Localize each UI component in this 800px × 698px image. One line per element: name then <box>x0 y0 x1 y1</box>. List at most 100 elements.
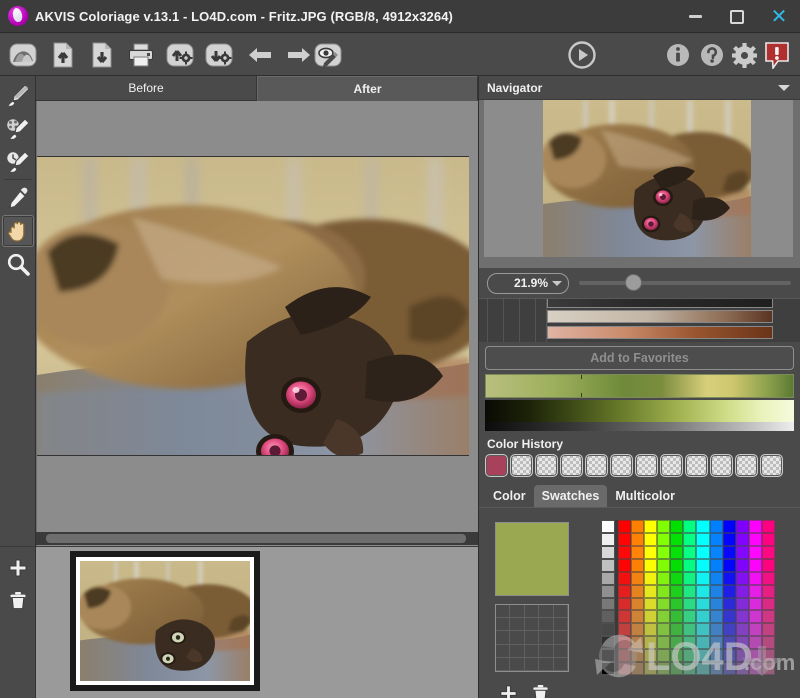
palette-cell[interactable] <box>618 597 632 611</box>
color-history-swatch[interactable] <box>735 454 758 477</box>
palette-cell[interactable] <box>761 662 775 675</box>
palette-cell[interactable] <box>761 623 775 637</box>
palette-cell[interactable] <box>618 558 632 572</box>
grayscale-cell[interactable] <box>601 571 615 585</box>
canvas-scroll-thumb[interactable] <box>46 534 466 543</box>
pencil-tool[interactable] <box>2 80 34 112</box>
alert-icon[interactable] <box>762 40 792 70</box>
palette-cell[interactable] <box>722 623 736 637</box>
palette-cell[interactable] <box>683 649 697 663</box>
palette-cell[interactable] <box>670 597 684 611</box>
palette-cell[interactable] <box>683 520 697 533</box>
palette-cell[interactable] <box>709 597 723 611</box>
palette-cell[interactable] <box>618 571 632 585</box>
palette-cell[interactable] <box>722 597 736 611</box>
color-history-swatch[interactable] <box>610 454 633 477</box>
palette-cell[interactable] <box>670 545 684 559</box>
palette-cell[interactable] <box>748 610 762 624</box>
palette-cell[interactable] <box>670 571 684 585</box>
navigator-preview[interactable] <box>479 100 800 268</box>
plus-icon[interactable] <box>497 682 519 698</box>
palette-cell[interactable] <box>709 623 723 637</box>
grayscale-cell[interactable] <box>601 636 615 650</box>
palette-cell[interactable] <box>644 662 658 675</box>
palette-cell[interactable] <box>761 610 775 624</box>
palette-cell[interactable] <box>748 623 762 637</box>
palette-cell[interactable] <box>748 520 762 533</box>
color-history-swatch[interactable] <box>585 454 608 477</box>
palette-cell[interactable] <box>644 584 658 598</box>
palette-cell[interactable] <box>657 558 671 572</box>
palette-cell[interactable] <box>683 636 697 650</box>
grayscale-cell[interactable] <box>601 584 615 598</box>
color-history-swatch[interactable] <box>710 454 733 477</box>
grayscale-cell[interactable] <box>601 662 615 675</box>
save-image-icon[interactable] <box>87 40 117 70</box>
palette-cell[interactable] <box>696 571 710 585</box>
palette-cell[interactable] <box>696 597 710 611</box>
palette-cell[interactable] <box>748 558 762 572</box>
palette-cell[interactable] <box>735 584 749 598</box>
run-icon[interactable] <box>567 40 597 70</box>
color-history-swatch[interactable] <box>760 454 783 477</box>
palette-cell[interactable] <box>735 520 749 533</box>
palette-cell[interactable] <box>696 636 710 650</box>
palette-cell[interactable] <box>722 558 736 572</box>
palette-cell[interactable] <box>683 545 697 559</box>
palette-cell[interactable] <box>644 520 658 533</box>
palette-cell[interactable] <box>761 558 775 572</box>
grayscale-cell[interactable] <box>601 532 615 546</box>
palette-cell[interactable] <box>735 623 749 637</box>
palette-cell[interactable] <box>618 584 632 598</box>
palette-cell[interactable] <box>657 662 671 675</box>
palette-cell[interactable] <box>657 649 671 663</box>
palette-cell[interactable] <box>631 610 645 624</box>
redo-icon[interactable] <box>284 40 314 70</box>
palette-cell[interactable] <box>631 520 645 533</box>
palette-cell[interactable] <box>735 662 749 675</box>
palette-cell[interactable] <box>631 636 645 650</box>
grayscale-cell[interactable] <box>601 610 615 624</box>
settings-icon[interactable] <box>729 40 759 70</box>
palette-cell[interactable] <box>670 558 684 572</box>
color-palette[interactable] <box>601 520 775 675</box>
favorite-swatch-strip[interactable] <box>547 326 773 339</box>
print-icon[interactable] <box>126 40 156 70</box>
minimize-button[interactable] <box>674 0 716 33</box>
luminance-gradient[interactable] <box>485 400 794 422</box>
palette-cell[interactable] <box>683 532 697 546</box>
palette-cell[interactable] <box>644 571 658 585</box>
add-to-favorites-button[interactable]: Add to Favorites <box>485 346 794 370</box>
palette-cell[interactable] <box>618 520 632 533</box>
keep-color-pencil-tool[interactable] <box>2 113 34 145</box>
palette-cell[interactable] <box>722 662 736 675</box>
chevron-down-icon[interactable] <box>778 85 790 91</box>
palette-cell[interactable] <box>644 558 658 572</box>
palette-cell[interactable] <box>618 636 632 650</box>
palette-cell[interactable] <box>748 662 762 675</box>
palette-cell[interactable] <box>735 610 749 624</box>
grayscale-cell[interactable] <box>601 597 615 611</box>
eyedropper-tool[interactable] <box>2 182 34 214</box>
navigator-header[interactable]: Navigator <box>479 76 800 100</box>
palette-cell[interactable] <box>696 532 710 546</box>
palette-cell[interactable] <box>748 649 762 663</box>
palette-cell[interactable] <box>644 597 658 611</box>
palette-cell[interactable] <box>657 520 671 533</box>
palette-cell[interactable] <box>735 597 749 611</box>
palette-cell[interactable] <box>670 662 684 675</box>
palette-cell[interactable] <box>618 545 632 559</box>
palette-cell[interactable] <box>748 597 762 611</box>
palette-cell[interactable] <box>696 520 710 533</box>
undo-icon[interactable] <box>245 40 275 70</box>
palette-cell[interactable] <box>657 610 671 624</box>
close-button[interactable]: ✕ <box>758 0 800 33</box>
palette-cell[interactable] <box>631 532 645 546</box>
zoom-slider[interactable] <box>579 274 791 291</box>
favorite-swatch-strip[interactable] <box>547 299 773 308</box>
palette-cell[interactable] <box>722 610 736 624</box>
grayscale-gradient[interactable] <box>485 422 794 431</box>
palette-cell[interactable] <box>722 571 736 585</box>
run-coloriage-icon[interactable] <box>8 40 38 70</box>
palette-cell[interactable] <box>748 584 762 598</box>
